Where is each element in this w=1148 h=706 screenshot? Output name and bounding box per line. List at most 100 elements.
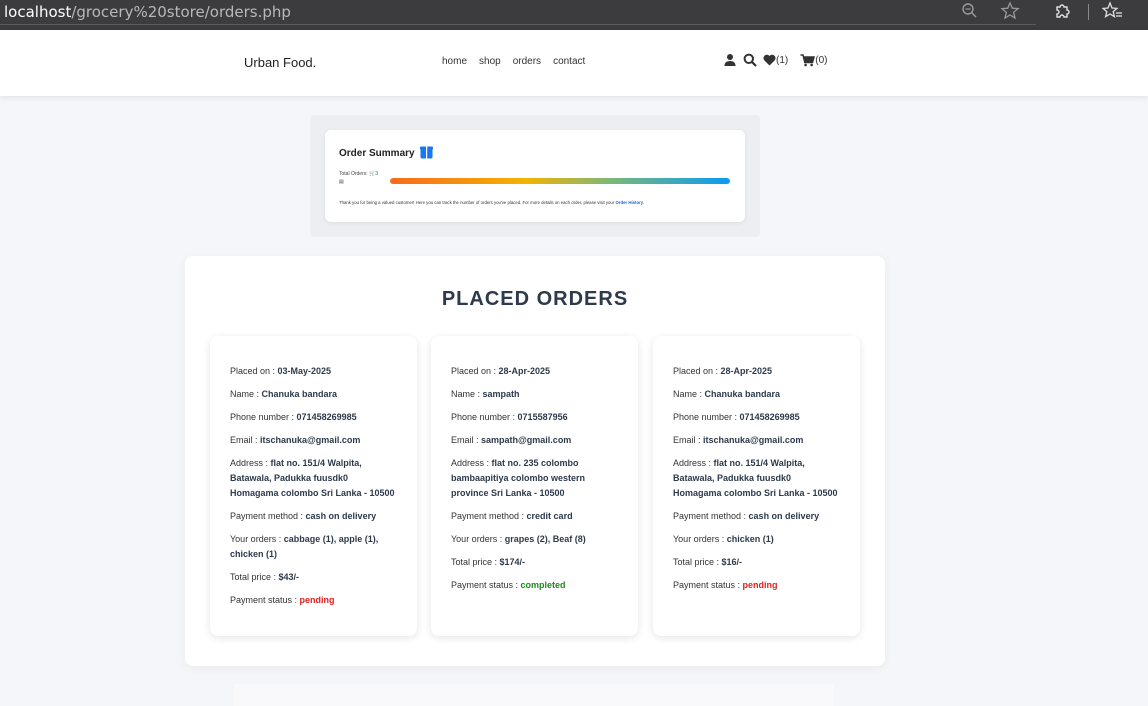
url-host: localhost — [4, 3, 72, 21]
status-badge: completed — [520, 580, 566, 590]
star-icon[interactable] — [1000, 1, 1022, 23]
payment-method-value: credit card — [526, 511, 573, 521]
order-total-price: Total price : $174/- — [451, 555, 638, 570]
box-icon — [419, 145, 433, 162]
phone-value: 0715587956 — [517, 412, 568, 422]
order-phone: Phone number : 071458269985 — [230, 410, 417, 425]
order-name: Name : sampath — [451, 387, 638, 402]
payment-method-label: Payment method : — [230, 511, 306, 521]
name-value: Chanuka bandara — [261, 389, 338, 399]
address-label: Address : — [230, 458, 271, 468]
order-placed-on: Placed on : 28-Apr-2025 — [673, 364, 860, 379]
nav-orders[interactable]: orders — [513, 56, 541, 67]
your-orders-label: Your orders : — [451, 534, 505, 544]
favorites-icon[interactable] — [1101, 1, 1124, 23]
order-phone: Phone number : 071458269985 — [673, 410, 860, 425]
site-header: Urban Food. home shop orders contact (1)… — [0, 30, 1148, 96]
wishlist-count: (1) — [776, 54, 789, 66]
order-payment-status: Payment status : pending — [230, 593, 417, 608]
order-items: Your orders : cabbage (1), apple (1), ch… — [230, 532, 417, 562]
phone-value: 071458269985 — [739, 412, 800, 422]
order-email: Email : itschanuka@gmail.com — [230, 433, 417, 448]
cart-button[interactable]: (0) — [800, 53, 828, 67]
nav-home[interactable]: home — [442, 56, 467, 67]
search-icon[interactable] — [743, 53, 757, 67]
total-orders: Total Orders: 🛒3 ▤ — [339, 170, 378, 186]
address-label: Address : — [451, 458, 492, 468]
name-label: Name : — [673, 389, 705, 399]
email-value: itschanuka@gmail.com — [703, 435, 804, 445]
payment-status-label: Payment status : — [451, 580, 521, 590]
placed-orders-title: PLACED ORDERS — [441, 288, 629, 310]
heart-icon — [763, 54, 776, 66]
puzzle-icon[interactable] — [1053, 1, 1075, 23]
total-price-label: Total price : — [451, 557, 500, 567]
header-icons: (1) (0) — [723, 53, 827, 67]
order-card: Placed on : 28-Apr-2025 Name : sampath P… — [431, 336, 638, 636]
url-path: /grocery%20store/orders.php — [71, 3, 291, 21]
nav-contact[interactable]: contact — [553, 56, 585, 67]
payment-method-label: Payment method : — [673, 511, 749, 521]
order-items: Your orders : grapes (2), Beaf (8) — [451, 532, 638, 547]
address-bar[interactable]: localhost/grocery%20store/orders.php — [4, 3, 291, 21]
placed-on-value: 28-Apr-2025 — [498, 366, 551, 376]
order-summary-heading: Order Summary — [339, 145, 433, 162]
order-payment-method: Payment method : cash on delivery — [230, 509, 417, 524]
order-summary-section: Order Summary Total Orders: 🛒3 ▤ Thank y… — [310, 115, 760, 237]
your-orders-value: grapes (2), Beaf (8) — [504, 534, 586, 544]
payment-status-label: Payment status : — [230, 595, 300, 605]
phone-value: 071458269985 — [296, 412, 357, 422]
email-label: Email : — [230, 435, 261, 445]
email-value: sampath@gmail.com — [481, 435, 572, 445]
name-value: sampath — [482, 389, 520, 399]
order-history-link[interactable]: Order History — [615, 200, 643, 205]
wishlist-button[interactable]: (1) — [763, 54, 788, 66]
placed-on-label: Placed on : — [451, 366, 499, 376]
payment-status-label: Payment status : — [673, 580, 743, 590]
phone-label: Phone number : — [451, 412, 518, 422]
total-orders-label: Total Orders: — [339, 171, 368, 177]
placed-on-label: Placed on : — [230, 366, 278, 376]
payment-method-value: cash on delivery — [748, 511, 820, 521]
order-placed-on: Placed on : 03-May-2025 — [230, 364, 417, 379]
order-email: Email : itschanuka@gmail.com — [673, 433, 860, 448]
user-icon[interactable] — [723, 53, 737, 67]
total-price-label: Total price : — [230, 572, 279, 582]
cart-count: (0) — [815, 54, 828, 66]
order-address: Address : flat no. 235 colombo bambaapit… — [451, 456, 638, 501]
name-label: Name : — [230, 389, 262, 399]
orders-progress-fill — [390, 178, 730, 184]
main-nav: home shop orders contact — [442, 56, 585, 67]
order-card: Placed on : 28-Apr-2025 Name : Chanuka b… — [653, 336, 860, 636]
address-label: Address : — [673, 458, 714, 468]
order-summary-card: Order Summary Total Orders: 🛒3 ▤ Thank y… — [325, 130, 745, 222]
order-email: Email : sampath@gmail.com — [451, 433, 638, 448]
summary-note-text: Thank you for being a valued customer! H… — [339, 200, 616, 205]
order-payment-status: Payment status : pending — [673, 578, 860, 593]
summary-note-end: . — [643, 200, 645, 205]
status-badge: pending — [299, 595, 335, 605]
order-items: Your orders : chicken (1) — [673, 532, 860, 547]
order-name: Name : Chanuka bandara — [673, 387, 860, 402]
order-placed-on: Placed on : 28-Apr-2025 — [451, 364, 638, 379]
order-payment-method: Payment method : cash on delivery — [673, 509, 860, 524]
order-total-price: Total price : $16/- — [673, 555, 860, 570]
payment-method-label: Payment method : — [451, 511, 527, 521]
order-payment-method: Payment method : credit card — [451, 509, 638, 524]
order-summary-title: Order Summary — [339, 148, 415, 159]
cart-icon — [800, 53, 816, 67]
total-price-value: $16/- — [721, 557, 743, 567]
zoom-out-icon[interactable] — [960, 1, 982, 23]
footer-edge — [234, 684, 834, 706]
total-price-value: $174/- — [499, 557, 526, 567]
toolbar-separator — [1088, 4, 1089, 20]
name-value: Chanuka bandara — [704, 389, 781, 399]
phone-label: Phone number : — [673, 412, 740, 422]
site-logo[interactable]: Urban Food. — [244, 55, 316, 70]
nav-shop[interactable]: shop — [479, 56, 501, 67]
order-phone: Phone number : 0715587956 — [451, 410, 638, 425]
address-bar-underline — [0, 24, 1036, 25]
order-name: Name : Chanuka bandara — [230, 387, 417, 402]
total-price-label: Total price : — [673, 557, 722, 567]
placed-on-value: 28-Apr-2025 — [720, 366, 773, 376]
